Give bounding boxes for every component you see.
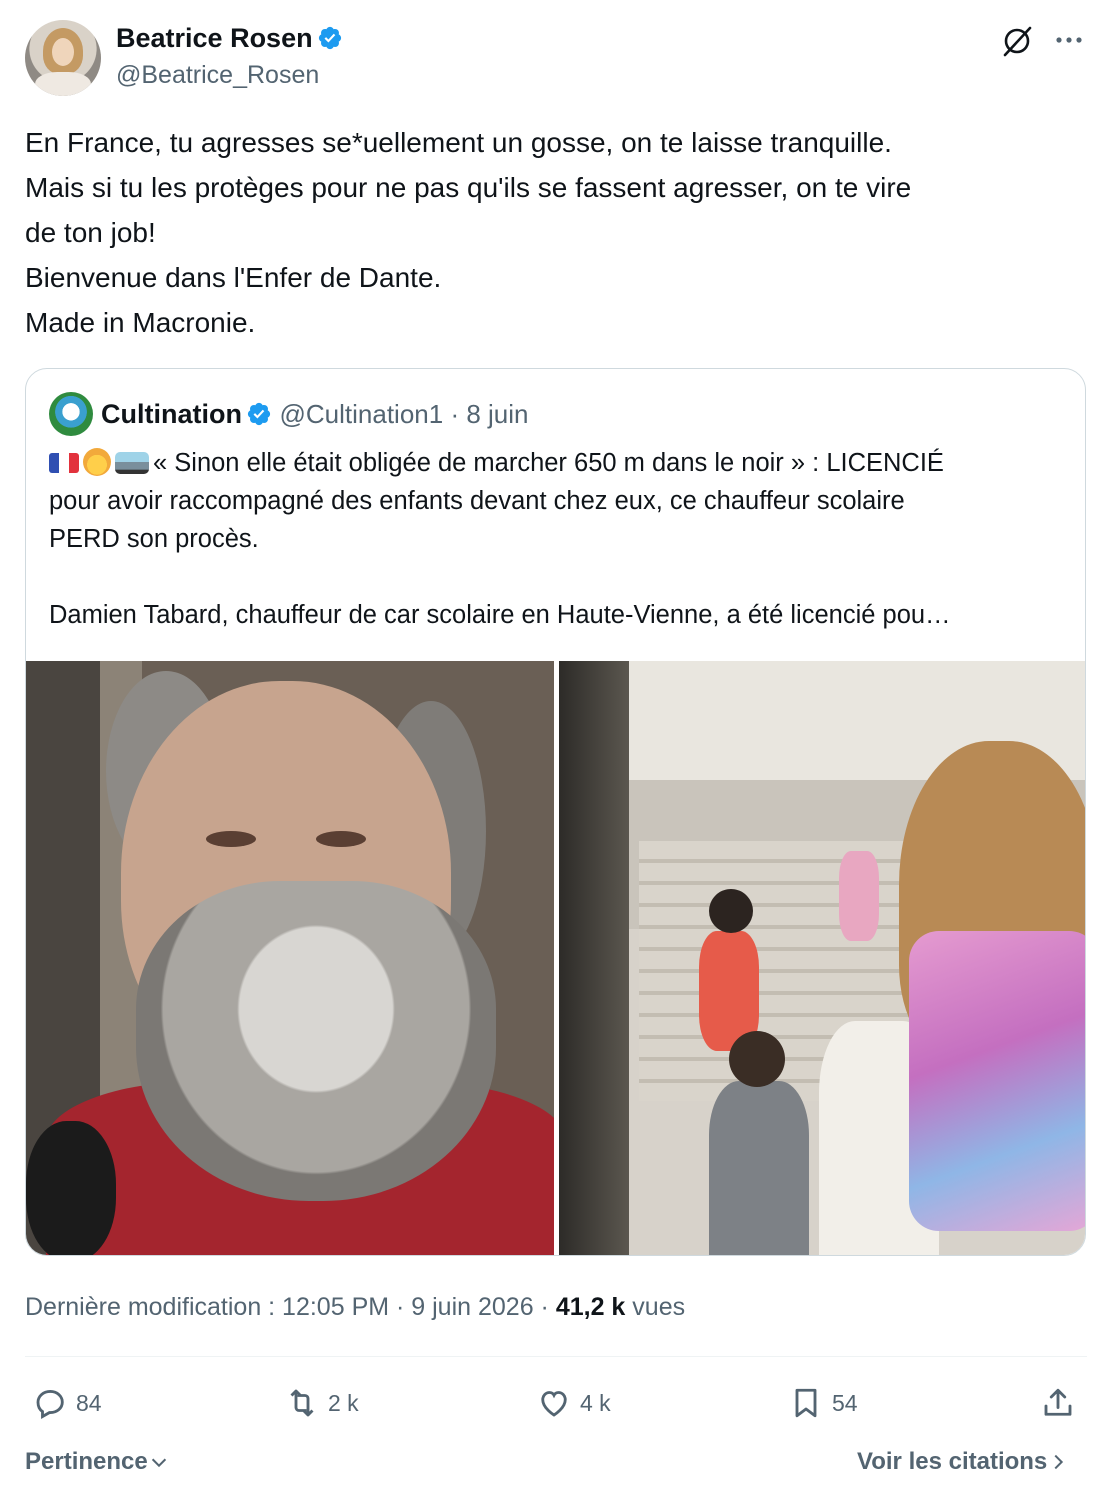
heart-icon xyxy=(541,1391,567,1417)
edit-timestamp[interactable]: Dernière modification : 12:05 PM · 9 jui… xyxy=(25,1293,556,1321)
divider xyxy=(25,1356,1087,1357)
quoted-line: Damien Tabard, chauffeur de car scolaire… xyxy=(49,601,951,629)
chevron-down-icon xyxy=(151,1458,166,1468)
more-icon[interactable] xyxy=(1052,26,1086,54)
share-icon xyxy=(1044,1388,1072,1416)
like-button[interactable]: 4 k xyxy=(536,1380,611,1426)
quoted-line-text: « Sinon elle était obligée de marcher 65… xyxy=(153,449,944,477)
reply-count: 84 xyxy=(76,1389,102,1416)
reply-icon xyxy=(36,1390,64,1419)
chevron-right-icon xyxy=(1054,1454,1064,1470)
bookmark-icon xyxy=(795,1388,817,1418)
quoted-tweet-card[interactable]: Cultination @Cultination1 · 8 juin « Sin… xyxy=(25,368,1086,1256)
quoted-author-handle[interactable]: @Cultination1 xyxy=(280,399,444,429)
view-quotes-link[interactable]: Voir les citations xyxy=(857,1446,1069,1478)
quoted-image-bearded-man[interactable] xyxy=(26,661,554,1255)
author-handle[interactable]: @Beatrice_Rosen xyxy=(116,59,319,91)
quoted-line: « Sinon elle était obligée de marcher 65… xyxy=(49,444,1069,482)
bus-icon xyxy=(115,452,149,474)
author-avatar[interactable] xyxy=(25,20,101,96)
grok-icon[interactable] xyxy=(1000,24,1034,58)
views-count: 41,2 k xyxy=(555,1293,626,1321)
quoted-author-line: Cultination @Cultination1 · 8 juin xyxy=(101,397,528,431)
repost-button[interactable]: 2 k xyxy=(284,1380,359,1426)
quoted-date[interactable]: 8 juin xyxy=(466,399,528,429)
quoted-line: PERD son procès. xyxy=(49,525,259,553)
verified-badge-icon xyxy=(318,26,341,50)
quoted-line xyxy=(49,558,1069,596)
person-icon xyxy=(83,448,111,476)
share-button[interactable] xyxy=(1040,1380,1084,1426)
quoted-text: « Sinon elle était obligée de marcher 65… xyxy=(49,444,1069,634)
tweet-line: Mais si tu les protèges pour ne pas qu'i… xyxy=(25,172,912,203)
view-quotes-label: Voir les citations xyxy=(857,1448,1048,1475)
tweet-line: Made in Macronie. xyxy=(25,307,256,338)
quoted-author-name[interactable]: Cultination xyxy=(101,399,242,429)
author-name-text[interactable]: Beatrice Rosen xyxy=(116,23,313,53)
repost-icon xyxy=(290,1389,314,1417)
france-flag-icon xyxy=(49,453,79,473)
verified-badge-icon xyxy=(247,402,271,426)
tweet-meta: Dernière modification : 12:05 PM · 9 jui… xyxy=(25,1290,685,1324)
like-count: 4 k xyxy=(580,1389,611,1416)
views-label: vues xyxy=(625,1293,686,1321)
sort-label: Pertinence xyxy=(25,1448,148,1475)
bookmark-count: 54 xyxy=(832,1389,858,1416)
reply-button[interactable]: 84 xyxy=(32,1380,102,1426)
quoted-image-school-children[interactable] xyxy=(559,661,1085,1255)
tweet-line: En France, tu agresses se*uellement un g… xyxy=(25,127,892,158)
sort-dropdown[interactable]: Pertinence xyxy=(25,1446,170,1478)
quoted-line: pour avoir raccompagné des enfants devan… xyxy=(49,487,905,515)
tweet-line: Bienvenue dans l'Enfer de Dante. xyxy=(25,262,442,293)
quoted-author-avatar[interactable] xyxy=(49,392,93,436)
quoted-separator: · xyxy=(443,399,467,429)
tweet-line: de ton job! xyxy=(25,217,156,248)
author-name[interactable]: Beatrice Rosen xyxy=(116,22,343,54)
bookmark-button[interactable]: 54 xyxy=(788,1380,858,1426)
repost-count: 2 k xyxy=(328,1389,359,1416)
tweet-text: En France, tu agresses se*uellement un g… xyxy=(25,120,1085,345)
